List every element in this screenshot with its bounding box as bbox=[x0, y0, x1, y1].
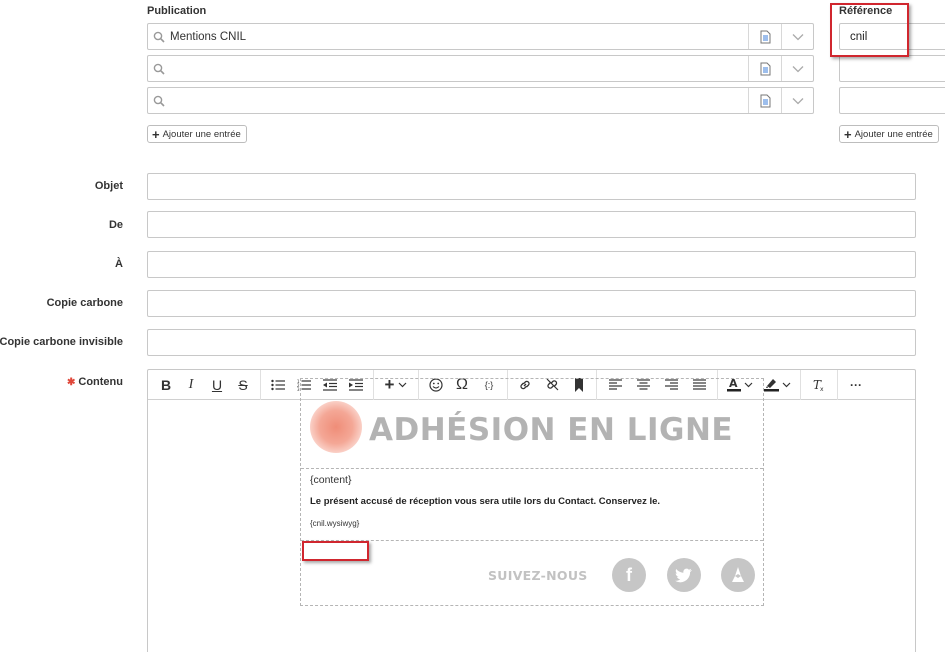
add-reference-label: Ajouter une entrée bbox=[854, 128, 933, 140]
italic-button[interactable]: I bbox=[178, 370, 204, 400]
plus-icon: + bbox=[152, 126, 160, 142]
add-reference-button[interactable]: + Ajouter une entrée bbox=[839, 125, 939, 143]
reference-highlight-box bbox=[830, 3, 909, 57]
svg-text:x: x bbox=[820, 386, 824, 392]
publication-input-1[interactable]: Mentions CNIL bbox=[170, 31, 748, 43]
banner-title: ADHÉSION EN LIGNE bbox=[369, 412, 734, 448]
strikethrough-button[interactable]: S bbox=[230, 370, 256, 400]
email-banner: ADHÉSION EN LIGNE bbox=[301, 379, 763, 469]
chevron-down-icon[interactable] bbox=[781, 56, 813, 81]
chevron-down-icon[interactable] bbox=[781, 24, 813, 49]
cc-input[interactable] bbox=[147, 290, 916, 317]
linkedin-icon bbox=[721, 558, 755, 592]
objet-label: Objet bbox=[94, 180, 123, 192]
content-editor[interactable]: B I U S 123 + Ω {:} A T x ··· ADHÉSION E… bbox=[147, 369, 916, 652]
add-publication-label: Ajouter une entrée bbox=[162, 128, 241, 140]
bcc-label: Copie carbone invisible bbox=[0, 336, 123, 348]
publication-label: Publication bbox=[147, 5, 207, 17]
email-footer: SUIVEZ-NOUS f bbox=[301, 540, 763, 606]
follow-us-label: SUIVEZ-NOUS bbox=[488, 568, 588, 583]
document-icon[interactable] bbox=[748, 56, 781, 81]
underline-button[interactable]: U bbox=[204, 370, 230, 400]
more-options-button[interactable]: ··· bbox=[842, 370, 870, 400]
brand-logo bbox=[310, 401, 362, 453]
cnil-placeholder: {cnil.wysiwyg} bbox=[310, 519, 360, 528]
a-label: À bbox=[115, 258, 123, 270]
de-label: De bbox=[108, 219, 123, 231]
clear-format-icon[interactable]: Tx bbox=[805, 370, 833, 400]
document-icon[interactable] bbox=[748, 88, 781, 113]
chevron-down-icon bbox=[782, 382, 790, 387]
document-icon[interactable] bbox=[748, 24, 781, 49]
search-icon bbox=[148, 95, 170, 107]
highlighter-icon bbox=[763, 379, 779, 392]
chevron-down-icon[interactable] bbox=[781, 88, 813, 113]
content-placeholder: {content} bbox=[310, 474, 352, 486]
bold-button[interactable]: B bbox=[154, 370, 178, 400]
content-label-text: Contenu bbox=[78, 376, 123, 388]
a-input[interactable] bbox=[147, 251, 916, 278]
cnil-highlight-box bbox=[302, 541, 369, 561]
reference-input-3[interactable] bbox=[839, 87, 945, 114]
email-template-preview: ADHÉSION EN LIGNE {content} Le présent a… bbox=[300, 378, 764, 606]
publication-row-1[interactable]: Mentions CNIL bbox=[147, 23, 814, 50]
cc-label: Copie carbone bbox=[46, 297, 123, 309]
receipt-notice: Le présent accusé de réception vous sera… bbox=[310, 496, 661, 507]
content-label: ✱ Contenu bbox=[67, 376, 123, 388]
search-icon bbox=[148, 63, 170, 75]
search-icon bbox=[148, 31, 170, 43]
facebook-icon: f bbox=[612, 558, 646, 592]
publication-row-3[interactable] bbox=[147, 87, 814, 114]
facebook-glyph: f bbox=[626, 564, 632, 585]
objet-input[interactable] bbox=[147, 173, 916, 200]
de-input[interactable] bbox=[147, 211, 916, 238]
plus-icon: + bbox=[844, 126, 852, 142]
reference-input-2[interactable] bbox=[839, 55, 945, 82]
twitter-icon bbox=[667, 558, 701, 592]
bullet-list-icon[interactable] bbox=[265, 370, 291, 400]
required-asterisk-icon: ✱ bbox=[66, 377, 76, 388]
add-publication-button[interactable]: + Ajouter une entrée bbox=[147, 125, 247, 143]
publication-row-2[interactable] bbox=[147, 55, 814, 82]
bcc-input[interactable] bbox=[147, 329, 916, 356]
